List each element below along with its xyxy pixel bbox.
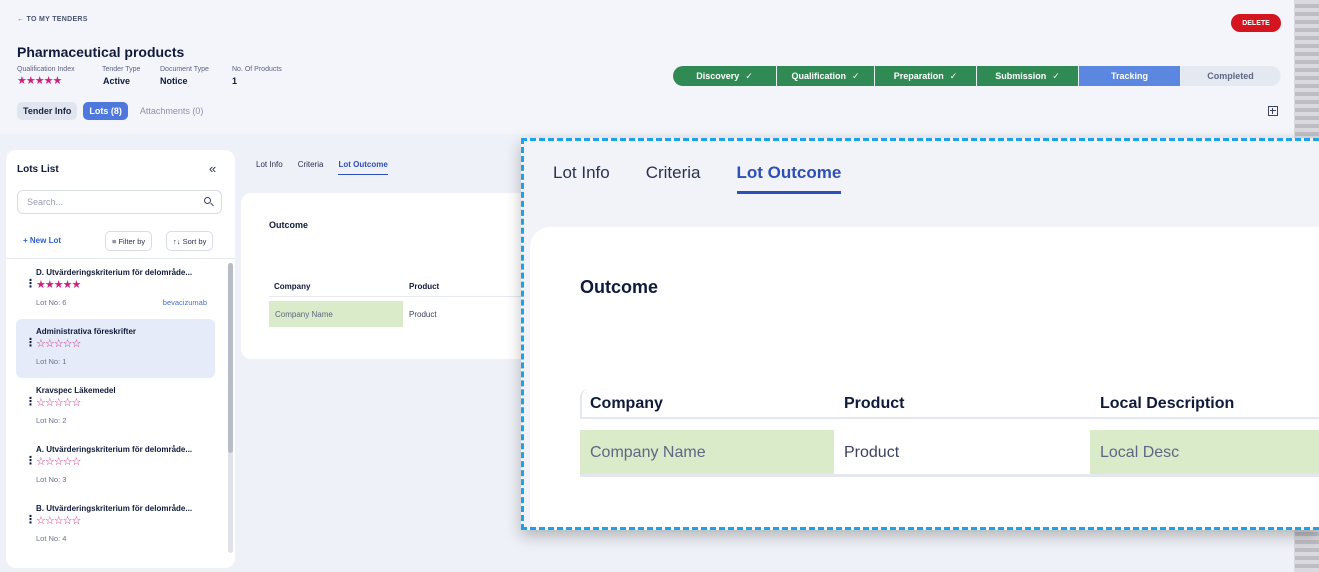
- stage-preparation[interactable]: Preparation ✓: [875, 66, 977, 86]
- tender-type-label: Tender Type: [102, 66, 141, 73]
- sort-button[interactable]: ↑↓ Sort by: [166, 231, 214, 251]
- zoom-outcome-title: Outcome: [580, 277, 659, 297]
- check-icon: ✓: [1052, 70, 1060, 81]
- stage-label: Preparation: [893, 71, 944, 81]
- lot-number: Lot No: 1: [36, 357, 67, 366]
- zoom-lot-tabs: Lot Info Criteria Lot Outcome: [553, 163, 842, 194]
- tender-tabs: Tender Info Lots (8) Attachments (0): [17, 102, 209, 120]
- outcome-title: Outcome: [269, 220, 309, 230]
- tab-criteria[interactable]: Criteria: [298, 160, 324, 175]
- lot-rating-stars: ☆☆☆☆☆: [36, 456, 81, 468]
- zoom-cell-local-desc[interactable]: Local Desc: [1090, 430, 1319, 476]
- column-header-company: Company: [274, 282, 311, 291]
- lot-name: B. Utvärderingskriterium för delområde..…: [36, 504, 193, 513]
- lot-number: Lot No: 6: [36, 298, 67, 307]
- zoom-tab-lot-outcome[interactable]: Lot Outcome: [736, 163, 842, 194]
- more-options-icon[interactable]: [25, 277, 36, 291]
- lots-scrollbar-thumb[interactable]: [228, 263, 233, 453]
- lot-name: D. Utvärderingskriterium för delområde..…: [36, 268, 193, 277]
- more-options-icon[interactable]: [25, 336, 36, 350]
- stage-label: Completed: [1207, 71, 1254, 81]
- lot-number: Lot No: 3: [36, 475, 67, 484]
- stage-completed[interactable]: Completed: [1181, 66, 1281, 86]
- lot-number: Lot No: 4: [36, 534, 67, 543]
- stage-tracking[interactable]: Tracking: [1079, 66, 1181, 86]
- tab-lots[interactable]: Lots (8): [83, 102, 128, 120]
- check-icon: ✓: [851, 70, 860, 81]
- back-to-tenders-link[interactable]: ← TO MY TENDERS: [17, 16, 88, 23]
- search-icon[interactable]: [204, 197, 211, 204]
- check-icon: ✓: [949, 70, 958, 81]
- document-type-value: Notice: [160, 76, 188, 86]
- no-of-products-value: 1: [232, 76, 238, 86]
- zoom-column-header-product: Product: [844, 395, 905, 412]
- lots-list-panel: Lots List « + New Lot ≡ Filter by ↑↓ Sor…: [6, 150, 235, 568]
- stage-label: Tracking: [1110, 71, 1148, 81]
- zoom-row-divider: [580, 474, 1319, 477]
- stage-label: Qualification: [791, 71, 846, 81]
- lot-product-tag[interactable]: bevacizumab: [163, 298, 207, 307]
- cell-company-name[interactable]: Company Name: [269, 301, 403, 327]
- stage-label: Submission: [995, 71, 1047, 81]
- zoom-column-header-company: Company: [590, 395, 663, 412]
- collapse-icon[interactable]: «: [209, 161, 216, 176]
- tender-type-value: Active: [103, 76, 131, 86]
- filter-button[interactable]: ≡ Filter by: [105, 231, 153, 251]
- column-header-product: Product: [409, 282, 440, 291]
- list-item[interactable]: D. Utvärderingskriterium för delområde..…: [16, 260, 215, 319]
- lot-list: D. Utvärderingskriterium för delområde..…: [6, 260, 222, 555]
- lots-search-input[interactable]: [17, 190, 222, 214]
- table-view-icon[interactable]: [1268, 106, 1278, 116]
- lots-list-title: Lots List: [17, 164, 59, 175]
- tab-lot-outcome[interactable]: Lot Outcome: [338, 160, 388, 175]
- tab-tender-info[interactable]: Tender Info: [17, 102, 78, 120]
- list-item[interactable]: A. Utvärderingskriterium för delområde..…: [16, 437, 215, 496]
- page-title: Pharmaceutical products: [17, 44, 185, 60]
- zoom-cell-product[interactable]: Product: [844, 430, 899, 476]
- check-icon: ✓: [745, 70, 753, 81]
- zoom-cell-company-name[interactable]: Company Name: [580, 430, 834, 476]
- tab-lot-info[interactable]: Lot Info: [256, 160, 283, 175]
- stage-discovery[interactable]: Discovery ✓: [673, 66, 777, 86]
- list-item[interactable]: B. Utvärderingskriterium för delområde..…: [16, 496, 215, 555]
- table-header-divider: [269, 296, 541, 297]
- zoom-column-header-local-description: Local Description: [1100, 395, 1235, 412]
- document-type-label: Document Type: [160, 66, 209, 73]
- delete-button[interactable]: DELETE: [1231, 14, 1281, 32]
- stage-submission[interactable]: Submission ✓: [977, 66, 1079, 86]
- lot-rating-stars: ★★★★★: [36, 279, 81, 291]
- cell-product[interactable]: Product: [409, 301, 437, 327]
- stage-label: Discovery: [696, 71, 740, 81]
- lot-name: Administrativa föreskrifter: [36, 327, 137, 336]
- stage-pipeline: Discovery ✓ Qualification ✓ Preparation …: [673, 66, 1281, 86]
- tab-attachments[interactable]: Attachments (0): [134, 102, 210, 120]
- divider: [6, 258, 235, 259]
- zoom-callout: Lot Info Criteria Lot Outcome Outcome Co…: [521, 138, 1319, 530]
- outcome-card: Outcome Company Product Company Name Pro…: [241, 193, 541, 359]
- lot-tabs: Lot Info Criteria Lot Outcome: [256, 160, 388, 175]
- lot-name: A. Utvärderingskriterium för delområde..…: [36, 445, 193, 454]
- zoom-tab-lot-info[interactable]: Lot Info: [553, 163, 610, 194]
- qualification-index-label: Qualification Index: [17, 66, 75, 73]
- new-lot-button[interactable]: + New Lot: [23, 236, 61, 245]
- more-options-icon[interactable]: [25, 454, 36, 468]
- no-of-products-label: No. Of Products: [232, 66, 282, 73]
- zoom-outcome-card: Outcome Company Product Local Descriptio…: [530, 227, 1319, 527]
- tender-header: ← TO MY TENDERS DELETE Pharmaceutical pr…: [0, 0, 1294, 134]
- zoom-tab-criteria[interactable]: Criteria: [646, 163, 701, 194]
- lot-rating-stars: ☆☆☆☆☆: [36, 397, 81, 409]
- lot-rating-stars: ☆☆☆☆☆: [36, 338, 81, 350]
- lot-name: Kravspec Läkemedel: [36, 386, 116, 395]
- lot-rating-stars: ☆☆☆☆☆: [36, 515, 81, 527]
- more-options-icon[interactable]: [25, 395, 36, 409]
- lot-number: Lot No: 2: [36, 416, 67, 425]
- list-item[interactable]: Kravspec Läkemedel ☆☆☆☆☆ Lot No: 2: [16, 378, 215, 437]
- stage-qualification[interactable]: Qualification ✓: [777, 66, 875, 86]
- qualification-stars: ★★★★★: [17, 75, 62, 87]
- more-options-icon[interactable]: [25, 513, 36, 527]
- list-item[interactable]: Administrativa föreskrifter ☆☆☆☆☆ Lot No…: [16, 319, 215, 378]
